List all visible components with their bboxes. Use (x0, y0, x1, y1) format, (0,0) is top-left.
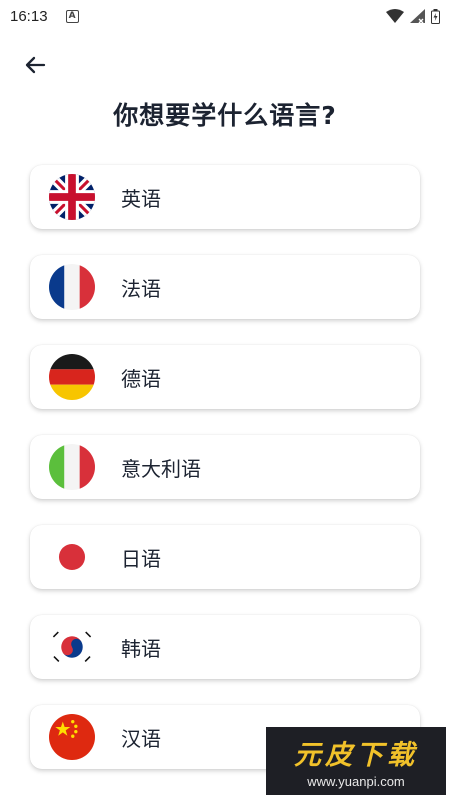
germany-flag-icon (49, 354, 95, 400)
battery-icon (431, 8, 440, 24)
notification-icon: A (65, 9, 79, 23)
back-button[interactable] (20, 50, 50, 80)
france-flag-icon (49, 264, 95, 310)
watermark-url: www.yuanpi.com (307, 774, 405, 789)
page-title: 你想要学什么语言? (113, 101, 337, 130)
language-label: 英语 (121, 186, 161, 211)
china-flag-icon (49, 714, 95, 760)
language-option-italian[interactable]: 意大利语 (30, 435, 420, 499)
watermark-logo: 元皮下载 www.yuanpi.com (266, 727, 446, 795)
status-bar: 16:13 A (0, 0, 450, 32)
language-label: 日语 (121, 546, 161, 571)
uk-flag-icon (49, 174, 95, 220)
korea-flag-icon (49, 624, 95, 670)
italy-flag-icon (49, 444, 95, 490)
language-label: 法语 (121, 276, 161, 301)
language-option-korean[interactable]: 韩语 (30, 615, 420, 679)
language-label: 德语 (121, 366, 161, 391)
language-list: 英语 法语 德语 意大利语 日语 韩语 汉语 (30, 165, 420, 795)
language-label: 意大利语 (121, 456, 201, 481)
language-option-german[interactable]: 德语 (30, 345, 420, 409)
status-icons (386, 8, 440, 24)
japan-flag-icon (49, 534, 95, 580)
watermark-title: 元皮下载 (294, 740, 418, 771)
language-option-japanese[interactable]: 日语 (30, 525, 420, 589)
status-time: 16:13 (10, 7, 48, 25)
language-option-french[interactable]: 法语 (30, 255, 420, 319)
language-label: 韩语 (121, 636, 161, 661)
language-label: 汉语 (121, 726, 161, 751)
arrow-left-icon (25, 56, 46, 74)
wifi-icon (386, 9, 404, 23)
language-option-english[interactable]: 英语 (30, 165, 420, 229)
signal-icon (410, 9, 425, 23)
